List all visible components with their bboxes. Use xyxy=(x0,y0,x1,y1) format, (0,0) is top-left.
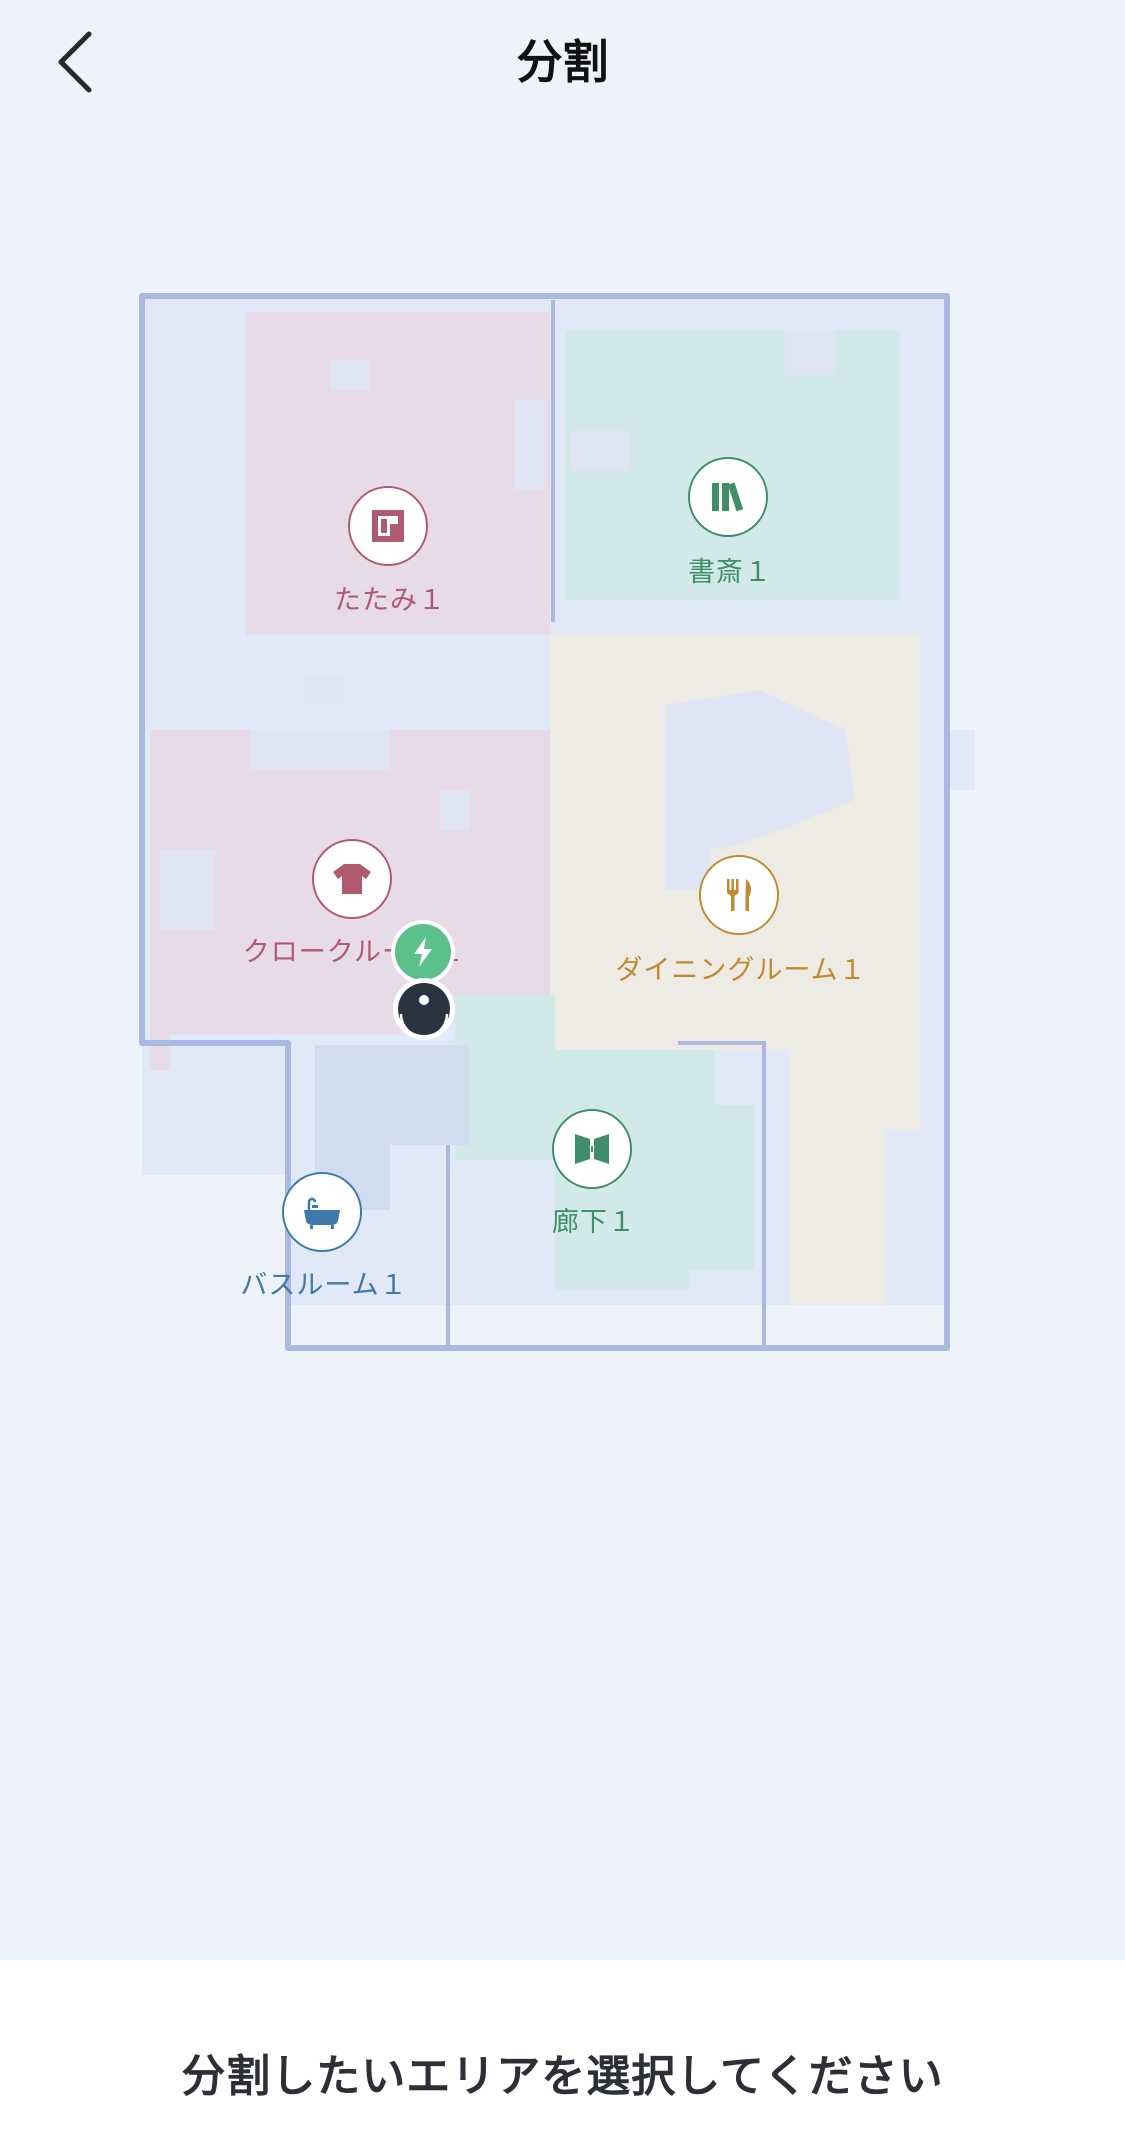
instruction-text: 分割したいエリアを選択してください xyxy=(181,2051,944,2102)
unassigned-floor-east xyxy=(935,730,975,790)
map-area[interactable]: たたみ１ 書斎１ クロークルーム１ ダイニングルーム１ 廊下１ バスルーム１ xyxy=(0,130,1125,1960)
charging-dock-icon xyxy=(414,937,432,967)
page-title: 分割 xyxy=(516,35,609,89)
room-marker-closet[interactable] xyxy=(312,839,396,923)
study-speckle-2 xyxy=(785,330,835,375)
door-icon xyxy=(575,1134,609,1164)
room-label-study: 書斎１ xyxy=(688,557,772,588)
robot-vacuum-icon xyxy=(398,983,450,1038)
robot-vacuum xyxy=(393,978,455,1040)
room-marker-study[interactable] xyxy=(688,457,772,541)
closet-speckle-3 xyxy=(440,790,470,830)
room-label-dining: ダイニングルーム１ xyxy=(615,955,867,986)
header: 分割 xyxy=(0,0,1125,130)
bathtub-icon xyxy=(304,1197,340,1229)
room-marker-tatami[interactable] xyxy=(348,486,432,570)
tatami-speckle-2 xyxy=(515,400,545,490)
closet-speckle-1 xyxy=(160,850,215,930)
tatami-mat-icon xyxy=(372,510,404,542)
floor-map[interactable] xyxy=(0,130,1125,1960)
room-label-corridor: 廊下１ xyxy=(552,1207,636,1238)
room-marker-dining[interactable] xyxy=(699,855,783,939)
room-label-tatami: たたみ１ xyxy=(334,585,446,616)
closet-speckle-2 xyxy=(250,730,390,770)
room-label-bathroom: バスルーム１ xyxy=(240,1270,408,1301)
tatami-speckle-1 xyxy=(330,360,370,390)
room-marker-bathroom[interactable] xyxy=(282,1172,366,1256)
charging-dock xyxy=(391,920,455,984)
tatami-speckle-3 xyxy=(305,675,345,705)
study-speckle-1 xyxy=(570,430,630,470)
fork-knife-icon xyxy=(727,879,751,911)
room-marker-corridor[interactable] xyxy=(552,1109,636,1193)
shirt-icon xyxy=(333,864,371,894)
books-icon xyxy=(712,482,744,512)
